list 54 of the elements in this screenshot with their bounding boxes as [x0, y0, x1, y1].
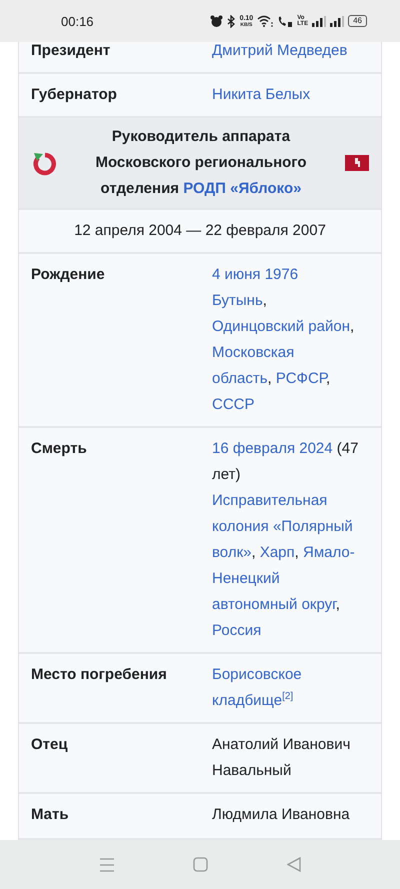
link[interactable]: 4 июня 1976	[212, 266, 298, 283]
value-text: лет)	[212, 466, 240, 483]
menu-icon[interactable]	[99, 858, 116, 872]
field-label: Рождение	[31, 265, 106, 285]
link[interactable]: Россия	[212, 622, 262, 639]
bluetooth-icon	[226, 14, 236, 28]
value-text: ,	[251, 544, 257, 561]
field-label: Мать	[31, 805, 70, 825]
signal-icon	[330, 16, 344, 26]
link[interactable]: колония «Полярный	[212, 518, 353, 535]
link[interactable]: Московская	[212, 344, 294, 361]
value-text: ,	[326, 370, 330, 387]
link[interactable]: Борисовское	[212, 666, 302, 683]
link[interactable]: кладбище	[212, 692, 282, 709]
field-label: Отец	[31, 735, 69, 755]
signal-icon	[312, 16, 326, 26]
value-text: ,	[294, 544, 300, 561]
back-icon[interactable]	[286, 857, 301, 872]
value-text: Навальный	[212, 762, 292, 779]
home-icon[interactable]	[193, 857, 208, 872]
link[interactable]: РОДП «Яблоко»	[183, 180, 302, 197]
field-label: Место погребения	[31, 665, 168, 685]
term-dates: 12 апреля 2004 — 22 февраля 2007	[74, 221, 326, 241]
field-label: Президент	[31, 42, 112, 61]
value-text: ,	[350, 318, 354, 335]
link[interactable]: автономный округ	[212, 596, 336, 613]
link[interactable]: Дмитрий Медведев	[212, 42, 348, 59]
link[interactable]: Харп	[260, 544, 295, 561]
value-text: Анатолий Иванович	[212, 736, 350, 753]
party-logo-icon	[31, 150, 57, 176]
value-text: (47	[336, 440, 358, 457]
link[interactable]: Исправительная	[212, 492, 328, 509]
battery-indicator: 46	[348, 15, 367, 27]
value-text: Людмила Ивановна	[212, 806, 350, 823]
value-text: ,	[262, 292, 267, 309]
link[interactable]: Ненецкий	[212, 570, 280, 587]
link[interactable]: Ямало-	[302, 544, 355, 561]
wifi-icon	[257, 15, 274, 27]
section-title: Руководитель аппарата Московского регионального отделения РОДП «Яблоко»	[94, 127, 308, 199]
link[interactable]: 16 февраля 2024	[212, 440, 333, 457]
link[interactable]: Бутынь	[212, 292, 263, 309]
field-label: Губернатор	[31, 85, 118, 105]
reference-link[interactable]: [2]	[282, 691, 294, 702]
link[interactable]: Никита Белых	[212, 86, 310, 103]
value-text: ,	[336, 596, 340, 613]
link[interactable]: Одинцовский район	[212, 318, 350, 335]
flag-icon	[345, 155, 369, 171]
link[interactable]: волк»	[212, 544, 252, 561]
link[interactable]: РСФСР	[276, 370, 326, 387]
link[interactable]: СССР	[212, 396, 255, 413]
clock: 00:16	[61, 14, 94, 28]
field-label: Смерть	[31, 439, 88, 459]
link[interactable]: область	[212, 370, 268, 387]
value-text: ,	[268, 370, 273, 387]
